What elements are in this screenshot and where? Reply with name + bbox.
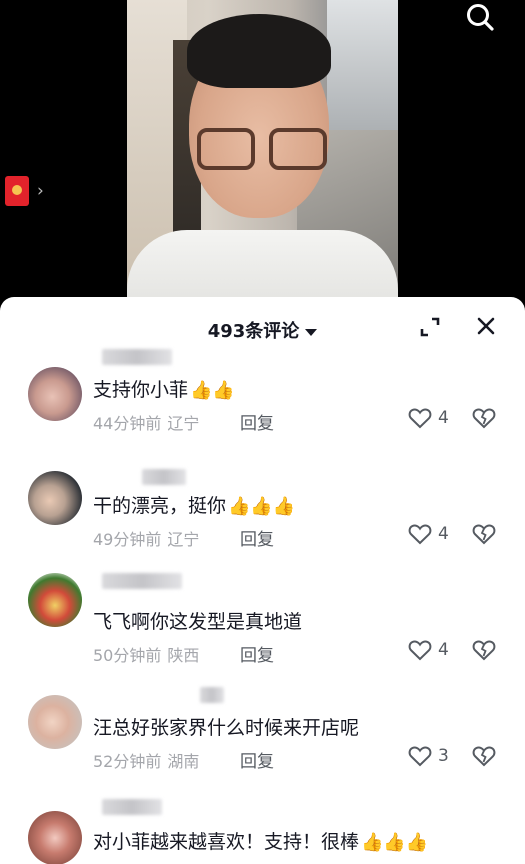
comment-body: 支持你小菲	[93, 379, 189, 401]
comment-item: 干的漂亮，挺你 👍👍👍 49分钟前 辽宁 回复 4	[0, 463, 525, 563]
like-button[interactable]: 3	[408, 745, 449, 767]
comment-meta: 44分钟前 辽宁	[93, 410, 199, 434]
video-frame[interactable]	[127, 0, 398, 300]
reply-button[interactable]: 回复	[240, 747, 274, 772]
reply-button[interactable]: 回复	[240, 525, 274, 550]
username-blurred[interactable]	[102, 799, 162, 815]
avatar[interactable]	[28, 471, 82, 525]
reply-button[interactable]: 回复	[240, 409, 274, 434]
comments-count-label: 493条评论	[207, 321, 300, 342]
comment-meta: 49分钟前 辽宁	[93, 526, 199, 550]
like-count: 3	[438, 746, 449, 766]
avatar[interactable]	[28, 573, 82, 627]
comment-text: 对小菲越来越喜欢！支持！很棒 👍👍👍	[93, 827, 428, 854]
broken-heart-icon	[472, 408, 496, 429]
broken-heart-icon	[472, 746, 496, 767]
caret-down-icon	[305, 328, 318, 336]
comment-item: 汪总好张家界什么时候来开店呢 52分钟前 湖南 回复 3	[0, 685, 525, 785]
comment-time: 50分钟前	[93, 646, 162, 665]
avatar[interactable]	[28, 695, 82, 749]
presenter-shirt	[127, 230, 398, 300]
search-icon	[467, 4, 494, 31]
like-count: 4	[438, 408, 449, 428]
comment-text: 飞飞啊你这发型是真地道	[93, 607, 302, 634]
presenter-glasses-left	[197, 128, 255, 170]
comment-body: 干的漂亮，挺你	[93, 495, 227, 517]
comment-location: 湖南	[167, 752, 200, 771]
background-building-far	[327, 0, 398, 140]
like-button[interactable]: 4	[408, 407, 449, 429]
username-blurred[interactable]	[200, 687, 224, 703]
heart-icon	[408, 408, 432, 429]
video-player[interactable]: ›	[0, 0, 525, 310]
comment-item: 支持你小菲 👍👍 44分钟前 辽宁 回复 4	[0, 347, 525, 447]
presenter-hair	[187, 14, 331, 88]
red-packet-icon[interactable]	[5, 176, 29, 206]
comment-item: 对小菲越来越喜欢！支持！很棒 👍👍👍	[0, 799, 525, 864]
comment-body: 对小菲越来越喜欢！支持！很棒	[93, 831, 360, 853]
expand-button[interactable]	[418, 315, 442, 339]
thumbs-up-emoji: 👍👍👍	[228, 496, 296, 517]
comment-body: 飞飞啊你这发型是真地道	[93, 611, 303, 633]
like-count: 4	[438, 524, 449, 544]
dislike-button[interactable]	[472, 407, 496, 429]
comment-meta: 50分钟前 陕西	[93, 642, 199, 666]
comment-body: 汪总好张家界什么时候来开店呢	[93, 717, 360, 739]
dislike-button[interactable]	[472, 639, 496, 661]
reply-button[interactable]: 回复	[240, 641, 274, 666]
presenter-glasses-right	[269, 128, 327, 170]
username-blurred[interactable]	[102, 573, 182, 589]
thumbs-up-emoji: 👍👍👍	[361, 832, 429, 853]
comment-time: 49分钟前	[93, 530, 162, 549]
comments-count-title[interactable]: 493条评论	[0, 317, 525, 343]
heart-icon	[408, 746, 432, 767]
comment-text: 支持你小菲 👍👍	[93, 375, 235, 402]
comment-location: 陕西	[167, 646, 200, 665]
heart-icon	[408, 640, 432, 661]
comment-location: 辽宁	[167, 414, 200, 433]
thumbs-up-emoji: 👍👍	[190, 380, 235, 401]
close-button[interactable]	[474, 314, 498, 338]
comment-location: 辽宁	[167, 530, 200, 549]
comment-time: 52分钟前	[93, 752, 162, 771]
username-blurred[interactable]	[102, 349, 172, 365]
heart-icon	[408, 524, 432, 545]
avatar[interactable]	[28, 367, 82, 421]
comment-meta: 52分钟前 湖南	[93, 748, 199, 772]
comment-text: 干的漂亮，挺你 👍👍👍	[93, 491, 295, 518]
side-panel-chevron[interactable]: ›	[37, 181, 44, 201]
comment-time: 44分钟前	[93, 414, 162, 433]
comment-item: 飞飞啊你这发型是真地道 50分钟前 陕西 回复 4	[0, 573, 525, 679]
comments-sheet: 493条评论 支持你小菲 👍👍 44分钟前 辽宁 回复 4 干的漂亮，挺你 👍👍…	[0, 297, 525, 864]
avatar[interactable]	[28, 811, 82, 864]
broken-heart-icon	[472, 524, 496, 545]
expand-icon	[420, 317, 440, 337]
dislike-button[interactable]	[472, 523, 496, 545]
comment-text: 汪总好张家界什么时候来开店呢	[93, 713, 359, 740]
broken-heart-icon	[472, 640, 496, 661]
like-count: 4	[438, 640, 449, 660]
search-button[interactable]	[463, 0, 497, 34]
like-button[interactable]: 4	[408, 639, 449, 661]
like-button[interactable]: 4	[408, 523, 449, 545]
dislike-button[interactable]	[472, 745, 496, 767]
close-icon	[477, 317, 495, 335]
username-blurred[interactable]	[142, 469, 186, 485]
